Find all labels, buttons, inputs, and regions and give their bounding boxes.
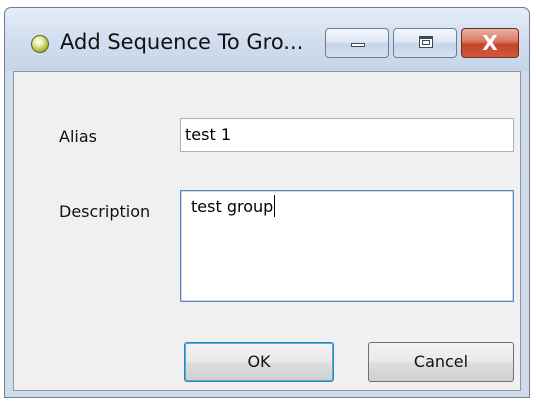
window-title: Add Sequence To Gro...: [60, 30, 304, 54]
minimize-icon: [351, 43, 365, 47]
ok-button[interactable]: OK: [184, 342, 334, 382]
close-icon: X: [482, 31, 498, 55]
maximize-button[interactable]: [393, 28, 457, 58]
description-textarea[interactable]: test group: [180, 190, 514, 302]
text-caret: [274, 195, 276, 217]
title-bar[interactable]: Add Sequence To Gro... X: [5, 8, 529, 71]
dialog-content: Alias test 1 Description test group OK C…: [13, 71, 521, 391]
alias-value: test 1: [185, 125, 231, 144]
minimize-button[interactable]: [325, 28, 389, 58]
maximize-icon: [419, 36, 433, 48]
alias-input[interactable]: test 1: [180, 118, 514, 152]
cancel-button[interactable]: Cancel: [368, 342, 514, 382]
description-label: Description: [59, 202, 151, 221]
description-value: test group: [191, 197, 274, 216]
dialog-window: Add Sequence To Gro... X Alias test 1 De…: [4, 7, 530, 398]
app-icon: [31, 35, 49, 53]
close-button[interactable]: X: [461, 28, 519, 58]
alias-label: Alias: [59, 127, 97, 146]
